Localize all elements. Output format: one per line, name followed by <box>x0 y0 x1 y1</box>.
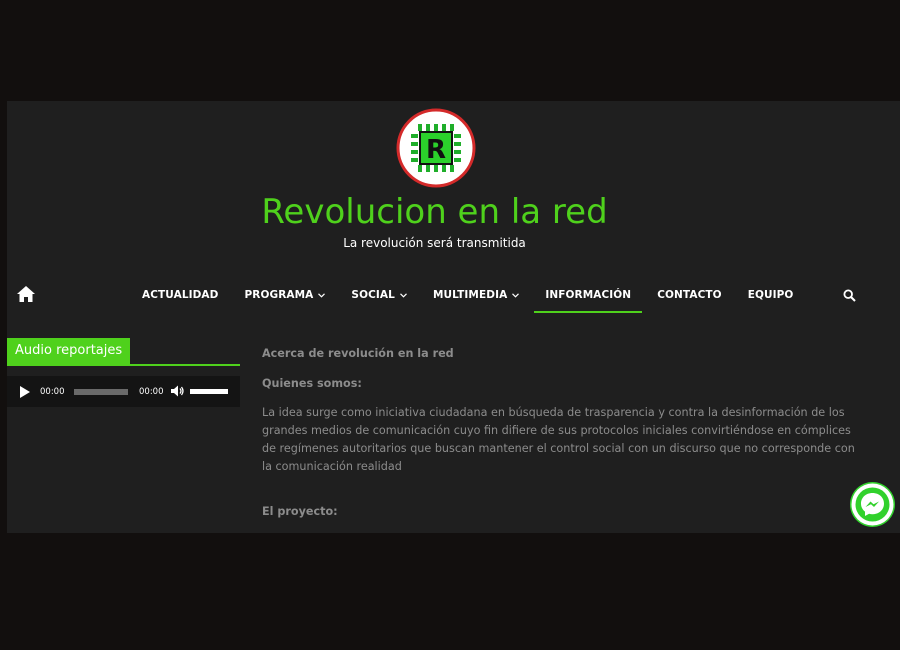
page-heading: Acerca de revolución en la red <box>262 347 454 360</box>
nav-item-label: ACTUALIDAD <box>142 289 219 301</box>
volume-slider[interactable] <box>190 389 228 394</box>
main-nav: ACTUALIDAD PROGRAMA SOCIAL MULTIMEDIA IN… <box>131 279 808 315</box>
site-tagline: La revolución será transmitida <box>343 236 526 250</box>
nav-item-social[interactable]: SOCIAL <box>340 279 418 313</box>
nav-item-equipo[interactable]: EQUIPO <box>737 279 805 313</box>
nav-item-label: MULTIMEDIA <box>432 289 508 301</box>
chevron-down-icon <box>400 292 407 298</box>
home-icon[interactable] <box>16 285 36 303</box>
who-text: La idea surge como iniciativa ciudadana … <box>262 406 855 473</box>
widget-title: Audio reportajes <box>7 338 131 364</box>
nav-item-label: INFORMACIÓN <box>545 289 632 301</box>
search-icon[interactable] <box>843 289 856 302</box>
audio-player: 00:00 00:00 <box>7 376 240 407</box>
play-button[interactable] <box>20 386 30 398</box>
chevron-down-icon <box>318 292 326 298</box>
widget-header: Audio reportajes <box>7 338 240 366</box>
page: R Revolucion en la red La revolución ser… <box>7 101 900 533</box>
nav-item-multimedia[interactable]: MULTIMEDIA <box>422 279 530 313</box>
nav-item-label: SOCIAL <box>351 289 395 301</box>
progress-bar[interactable] <box>74 389 128 395</box>
nav-item-label: CONTACTO <box>657 289 722 301</box>
nav-item-label: EQUIPO <box>747 289 794 301</box>
project-label: El proyecto: <box>262 505 338 518</box>
duration-time: 00:00 <box>139 387 164 397</box>
messenger-button[interactable] <box>850 482 895 527</box>
logo-letter: R <box>426 135 446 165</box>
chevron-down-icon <box>512 292 520 298</box>
nav-item-programa[interactable]: PROGRAMA <box>233 279 336 313</box>
current-time: 00:00 <box>40 387 65 397</box>
messenger-icon <box>851 483 894 526</box>
nav-item-contacto[interactable]: CONTACTO <box>646 279 733 313</box>
who-label: Quienes somos: <box>262 377 362 390</box>
volume-icon[interactable] <box>170 384 184 398</box>
site-title[interactable]: Revolucion en la red <box>7 190 862 234</box>
site-logo[interactable]: R <box>396 108 476 188</box>
nav-item-informacion[interactable]: INFORMACIÓN <box>534 279 643 313</box>
nav-item-label: PROGRAMA <box>244 289 314 301</box>
nav-item-actualidad[interactable]: ACTUALIDAD <box>131 279 229 313</box>
